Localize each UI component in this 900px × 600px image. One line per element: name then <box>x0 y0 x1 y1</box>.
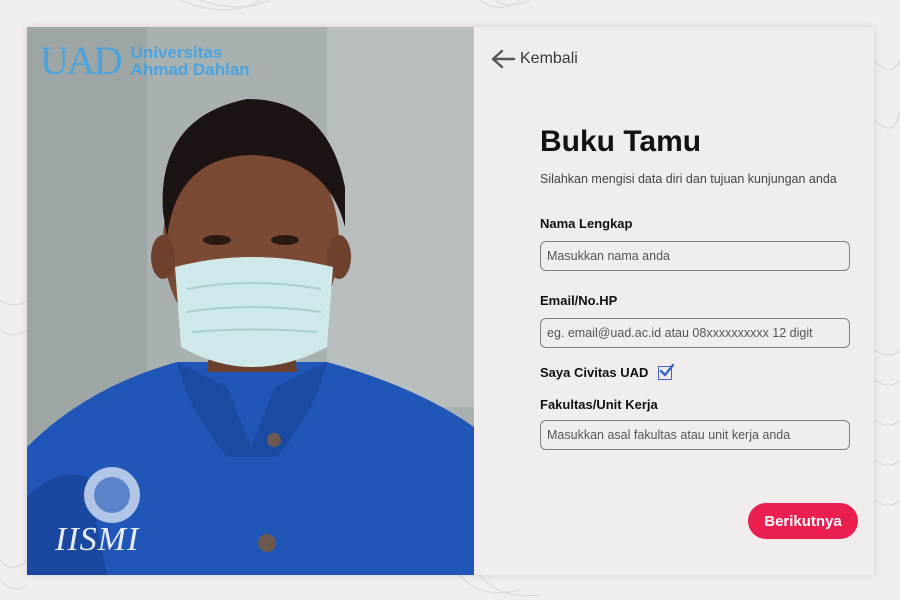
back-button[interactable]: Kembali <box>490 49 578 69</box>
name-input[interactable] <box>540 241 850 271</box>
civitas-checkbox[interactable] <box>658 363 675 380</box>
arrow-left-icon <box>491 49 516 69</box>
checkmark-icon <box>660 363 675 376</box>
logo-line-1: Universitas <box>130 43 223 62</box>
uad-logo: UAD Universitas Ahmad Dahlan <box>40 41 250 81</box>
visitor-photo-illustration <box>27 27 474 575</box>
uad-logo-mark: UAD <box>40 38 123 83</box>
contact-label: Email/No.HP <box>540 293 618 308</box>
contact-input[interactable] <box>540 318 850 348</box>
page-subtitle: Silahkan mengisi data diri dan tujuan ku… <box>540 172 837 186</box>
guestbook-window: UAD Universitas Ahmad Dahlan IISMI Kemba… <box>27 27 874 575</box>
shirt-badge-text: IISMI <box>55 521 140 558</box>
civitas-row: Saya Civitas UAD <box>540 363 675 380</box>
visitor-photo: UAD Universitas Ahmad Dahlan IISMI <box>27 27 474 575</box>
next-button[interactable]: Berikutnya <box>748 503 858 539</box>
back-label: Kembali <box>520 50 578 67</box>
page-title: Buku Tamu <box>540 125 702 158</box>
guestbook-form-panel: Kembali Buku Tamu Silahkan mengisi data … <box>474 27 874 575</box>
logo-line-2: Ahmad Dahlan <box>130 60 250 79</box>
civitas-label: Saya Civitas UAD <box>540 365 649 380</box>
unit-label: Fakultas/Unit Kerja <box>540 397 658 412</box>
uad-logo-text: Universitas Ahmad Dahlan <box>131 44 250 78</box>
unit-input[interactable] <box>540 420 850 450</box>
name-label: Nama Lengkap <box>540 216 633 231</box>
